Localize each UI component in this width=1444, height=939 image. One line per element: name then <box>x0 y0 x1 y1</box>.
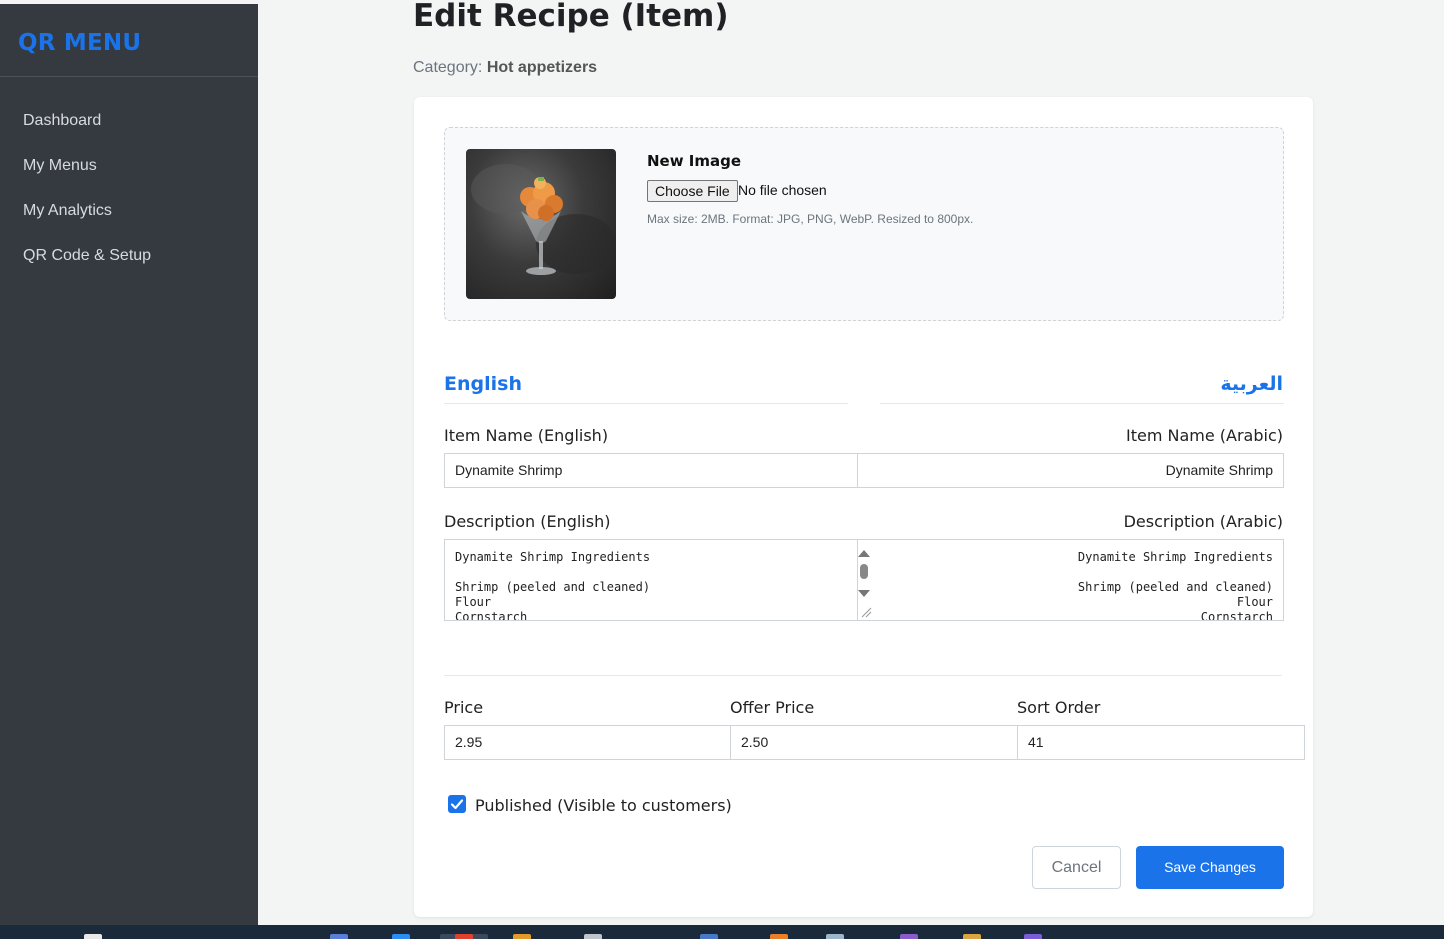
brand-logo[interactable]: QR MENU <box>18 30 141 56</box>
name-en-input[interactable]: Dynamite Shrimp <box>444 453 858 488</box>
sidebar-divider <box>0 76 258 77</box>
price-input[interactable]: 2.95 <box>444 725 731 760</box>
sidebar-item-qr-code-setup[interactable]: QR Code & Setup <box>23 247 151 265</box>
english-divider <box>444 403 848 404</box>
arabic-heading: العربية <box>1220 373 1283 395</box>
offer-price-label: Offer Price <box>730 698 815 717</box>
shrimp-dish-image <box>471 164 616 275</box>
sidebar: QR MENU Dashboard My Menus My Analytics … <box>0 4 258 925</box>
page-title: Edit Recipe (Item) <box>413 0 729 34</box>
arabic-divider <box>880 403 1284 404</box>
file-status: No file chosen <box>738 182 827 198</box>
desc-ar-label: Description (Arabic) <box>1123 512 1283 531</box>
save-changes-button[interactable]: Save Changes <box>1136 846 1284 889</box>
desc-en-textarea[interactable]: Dynamite Shrimp Ingredients Shrimp (peel… <box>444 539 858 621</box>
name-en-label: Item Name (English) <box>444 426 609 445</box>
taskbar-app-icon[interactable] <box>84 934 102 939</box>
cancel-button[interactable]: Cancel <box>1032 846 1121 889</box>
price-label: Price <box>444 698 484 717</box>
textarea-scrollbar[interactable] <box>854 545 874 620</box>
taskbar-app-icon[interactable] <box>770 934 788 939</box>
taskbar-app-icon[interactable] <box>826 934 844 939</box>
image-hint: Max size: 2MB. Format: JPG, PNG, WebP. R… <box>647 212 974 226</box>
sidebar-item-dashboard[interactable]: Dashboard <box>23 112 101 130</box>
image-upload-box: New Image Choose File No file chosen Max… <box>444 127 1284 321</box>
desc-en-label: Description (English) <box>444 512 611 531</box>
choose-file-button[interactable]: Choose File <box>647 180 738 202</box>
check-icon <box>450 799 464 810</box>
section-divider <box>444 675 1282 676</box>
taskbar-browser-icon[interactable] <box>455 934 473 939</box>
offer-price-input[interactable]: 2.50 <box>730 725 1018 760</box>
category-prefix: Category: <box>413 59 483 76</box>
new-image-label: New Image <box>647 152 742 170</box>
published-label[interactable]: Published (Visible to customers) <box>475 796 732 815</box>
category-value: Hot appetizers <box>486 59 598 76</box>
edit-form-card: New Image Choose File No file chosen Max… <box>414 97 1313 917</box>
sidebar-item-my-menus[interactable]: My Menus <box>23 157 97 175</box>
taskbar-app-icon[interactable] <box>513 934 531 939</box>
name-ar-input[interactable]: Dynamite Shrimp <box>857 453 1284 488</box>
taskbar-app-icon[interactable] <box>392 934 410 939</box>
category-line: Category: Hot appetizers <box>413 59 597 77</box>
item-image <box>466 149 616 299</box>
taskbar-app-icon[interactable] <box>700 934 718 939</box>
taskbar-app-icon[interactable] <box>1024 934 1042 939</box>
os-taskbar <box>0 925 1444 939</box>
desc-ar-textarea[interactable]: Dynamite Shrimp Ingredients Shrimp (peel… <box>857 539 1284 621</box>
taskbar-app-icon[interactable] <box>963 934 981 939</box>
name-ar-label: Item Name (Arabic) <box>1125 426 1283 445</box>
sidebar-item-my-analytics[interactable]: My Analytics <box>23 202 112 220</box>
published-checkbox[interactable] <box>448 795 466 813</box>
taskbar-app-icon[interactable] <box>330 934 348 939</box>
sort-order-input[interactable]: 41 <box>1017 725 1305 760</box>
english-heading: English <box>444 373 522 395</box>
taskbar-app-icon[interactable] <box>584 934 602 939</box>
taskbar-app-icon[interactable] <box>900 934 918 939</box>
sort-order-label: Sort Order <box>1017 698 1101 717</box>
